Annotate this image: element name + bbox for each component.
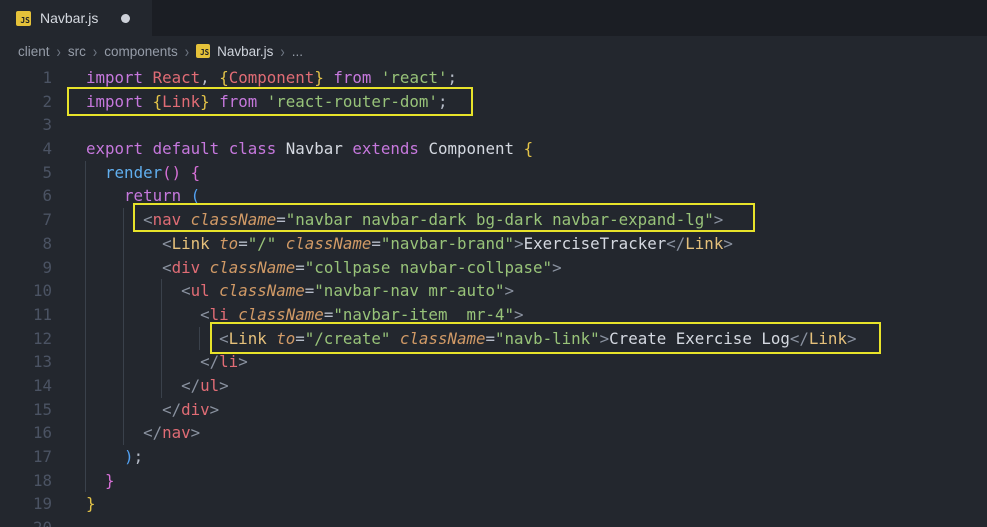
code-line[interactable]: 14 </ul> — [0, 374, 987, 398]
code-line[interactable]: 5 render() { — [0, 161, 987, 185]
code-text: <ul className="navbar-nav mr-auto"> — [52, 279, 514, 303]
code-text: </div> — [52, 398, 219, 422]
line-number: 16 — [0, 421, 52, 445]
breadcrumb-item-src[interactable]: src — [68, 44, 86, 59]
code-line[interactable]: 19} — [0, 492, 987, 516]
indent-guide — [85, 374, 86, 398]
code-line[interactable]: 3 — [0, 113, 987, 137]
javascript-file-icon: JS — [16, 11, 31, 26]
code-text: render() { — [52, 161, 200, 185]
code-line[interactable]: 8 <Link to="/" className="navbar-brand">… — [0, 232, 987, 256]
indent-guide — [123, 374, 124, 398]
indent-guide — [161, 279, 162, 303]
indent-guide — [85, 469, 86, 493]
line-number: 8 — [0, 232, 52, 256]
indent-guide — [161, 303, 162, 327]
code-lines: 1import React, {Component} from 'react';… — [0, 66, 987, 527]
code-line[interactable]: 4export default class Navbar extends Com… — [0, 137, 987, 161]
chevron-right-icon: › — [185, 42, 189, 61]
indent-guide — [123, 208, 124, 232]
indent-guide — [123, 232, 124, 256]
indent-guide — [85, 327, 86, 351]
tab-navbar-js[interactable]: JS Navbar.js — [0, 0, 152, 36]
indent-guide — [85, 421, 86, 445]
code-text: } — [52, 492, 96, 516]
code-editor: 1import React, {Component} from 'react';… — [0, 66, 987, 527]
highlight-box-nav-classname-line-7 — [133, 203, 755, 232]
indent-guide — [123, 327, 124, 351]
breadcrumb-item-components[interactable]: components — [104, 44, 178, 59]
code-text — [52, 516, 86, 527]
breadcrumb: client › src › components › JS Navbar.js… — [0, 36, 987, 66]
code-line[interactable]: 18 } — [0, 469, 987, 493]
line-number: 15 — [0, 398, 52, 422]
indent-guide — [161, 327, 162, 351]
line-number: 14 — [0, 374, 52, 398]
line-number: 4 — [0, 137, 52, 161]
line-number: 7 — [0, 208, 52, 232]
line-number: 12 — [0, 327, 52, 351]
indent-guide — [123, 398, 124, 422]
indent-guide — [85, 398, 86, 422]
code-text: </ul> — [52, 374, 229, 398]
code-line[interactable]: 9 <div className="collpase navbar-collpa… — [0, 256, 987, 280]
chevron-right-icon: › — [280, 42, 284, 61]
indent-guide — [85, 303, 86, 327]
breadcrumb-item-file[interactable]: Navbar.js — [217, 44, 273, 59]
code-text: export default class Navbar extends Comp… — [52, 137, 533, 161]
code-line[interactable]: 10 <ul className="navbar-nav mr-auto"> — [0, 279, 987, 303]
indent-guide — [123, 279, 124, 303]
line-number: 1 — [0, 66, 52, 90]
code-text — [52, 113, 86, 137]
line-number: 2 — [0, 90, 52, 114]
indent-guide — [199, 327, 200, 351]
code-text: </nav> — [52, 421, 200, 445]
code-line[interactable]: 16 </nav> — [0, 421, 987, 445]
breadcrumb-item-client[interactable]: client — [18, 44, 50, 59]
line-number: 9 — [0, 256, 52, 280]
line-number: 11 — [0, 303, 52, 327]
code-line[interactable]: 15 </div> — [0, 398, 987, 422]
line-number: 18 — [0, 469, 52, 493]
indent-guide — [85, 350, 86, 374]
highlight-box-import-link-line-2 — [67, 87, 473, 116]
line-number: 6 — [0, 184, 52, 208]
line-number: 17 — [0, 445, 52, 469]
indent-guide — [123, 303, 124, 327]
code-text: } — [52, 469, 115, 493]
unsaved-changes-dot-icon[interactable] — [121, 14, 130, 23]
line-number: 13 — [0, 350, 52, 374]
line-number: 10 — [0, 279, 52, 303]
code-text: ); — [52, 445, 143, 469]
indent-guide — [85, 279, 86, 303]
indent-guide — [85, 232, 86, 256]
indent-guide — [123, 350, 124, 374]
code-text: <Link to="/" className="navbar-brand">Ex… — [52, 232, 733, 256]
indent-guide — [123, 256, 124, 280]
indent-guide — [85, 256, 86, 280]
code-text: <div className="collpase navbar-collpase… — [52, 256, 562, 280]
chevron-right-icon: › — [93, 42, 97, 61]
code-line[interactable]: 20 — [0, 516, 987, 527]
breadcrumb-item-more[interactable]: ... — [292, 44, 303, 59]
indent-guide — [85, 161, 86, 185]
indent-guide — [85, 184, 86, 208]
indent-guide — [85, 445, 86, 469]
code-line[interactable]: 17 ); — [0, 445, 987, 469]
chevron-right-icon: › — [57, 42, 61, 61]
indent-guide — [85, 208, 86, 232]
line-number: 20 — [0, 516, 52, 527]
tab-title: Navbar.js — [40, 10, 98, 26]
javascript-file-icon: JS — [196, 44, 210, 58]
highlight-box-create-link-line-12 — [210, 322, 881, 354]
line-number: 3 — [0, 113, 52, 137]
indent-guide — [123, 421, 124, 445]
line-number: 5 — [0, 161, 52, 185]
indent-guide — [161, 374, 162, 398]
indent-guide — [161, 350, 162, 374]
tab-bar: JS Navbar.js — [0, 0, 987, 36]
line-number: 19 — [0, 492, 52, 516]
